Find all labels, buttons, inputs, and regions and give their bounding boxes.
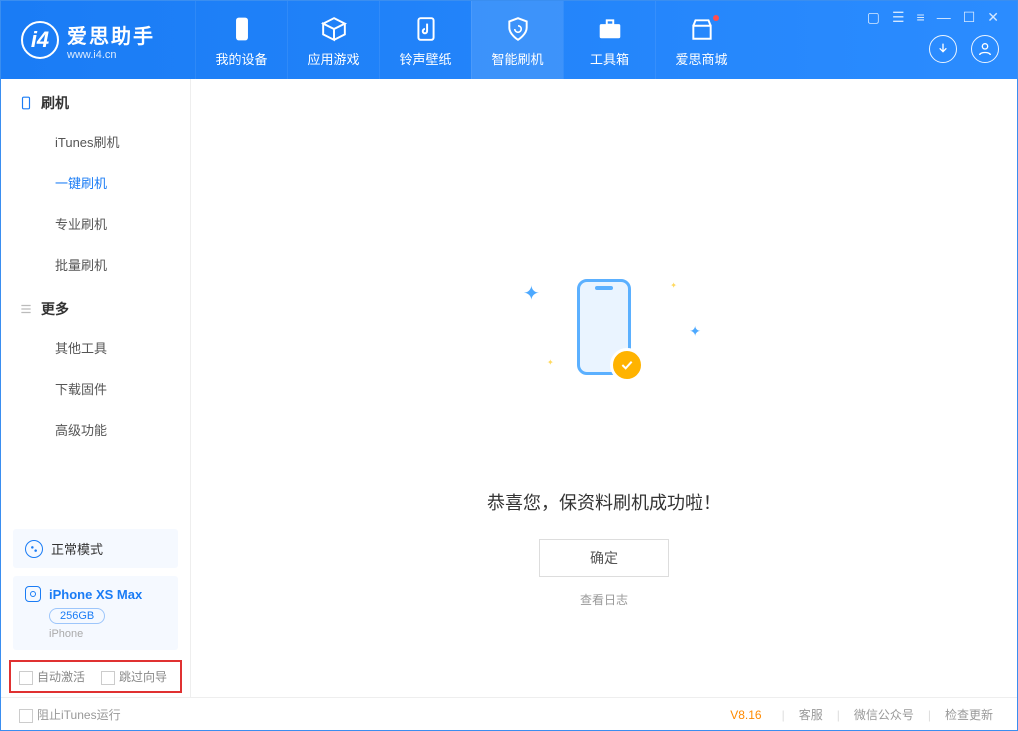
tab-smart-flash[interactable]: 智能刷机 [471, 1, 563, 79]
footer-link-support[interactable]: 客服 [793, 706, 829, 723]
checkbox-auto-activate[interactable]: 自动激活 [19, 668, 85, 685]
sidebar-item-itunes-flash[interactable]: iTunes刷机 [1, 121, 190, 162]
list-icon[interactable]: ☰ [892, 9, 905, 26]
sidebar-item-download-firmware[interactable]: 下载固件 [1, 368, 190, 409]
sidebar-section-more: 更多 [1, 285, 190, 327]
tab-ringtone-wallpaper[interactable]: 铃声壁纸 [379, 1, 471, 79]
minimize-button[interactable]: — [937, 9, 951, 26]
device-info-box[interactable]: iPhone XS Max 256GB iPhone [13, 576, 178, 650]
checkmark-badge-icon [610, 348, 644, 382]
tab-store[interactable]: 爱思商城 [655, 1, 747, 79]
device-capacity-badge: 256GB [49, 608, 105, 624]
app-logo: i4 爱思助手 www.i4.cn [21, 20, 155, 61]
device-name: iPhone XS Max [49, 587, 142, 602]
cube-icon [321, 13, 347, 45]
user-button[interactable] [971, 35, 999, 63]
close-button[interactable]: ✕ [987, 9, 999, 26]
sparkle-icon: ✦ [689, 323, 701, 340]
main-content: ✦ ✦ ✦ ✦ 恭喜您，保资料刷机成功啦！ 确定 查看日志 [191, 79, 1017, 697]
download-button[interactable] [929, 35, 957, 63]
store-icon [689, 13, 715, 45]
phone-icon [229, 13, 255, 45]
toolbox-icon [597, 13, 623, 45]
sidebar-item-advanced[interactable]: 高级功能 [1, 409, 190, 450]
options-highlight-box: 自动激活 跳过向导 [9, 660, 182, 693]
music-file-icon [413, 13, 439, 45]
sparkle-icon: ✦ [547, 358, 554, 367]
checkbox-skip-guide[interactable]: 跳过向导 [101, 668, 167, 685]
sidebar-item-oneclick-flash[interactable]: 一键刷机 [1, 162, 190, 203]
version-label: V8.16 [730, 708, 761, 722]
sparkle-icon: ✦ [523, 281, 540, 306]
checkbox-block-itunes[interactable]: 阻止iTunes运行 [19, 706, 121, 723]
footer-link-update[interactable]: 检查更新 [939, 706, 999, 723]
header-bar: i4 爱思助手 www.i4.cn 我的设备 应用游戏 铃声壁纸 智能刷机 工具… [1, 1, 1017, 79]
success-illustration: ✦ ✦ ✦ ✦ [577, 279, 631, 375]
success-message: 恭喜您，保资料刷机成功啦！ [487, 489, 721, 515]
ok-button[interactable]: 确定 [539, 539, 669, 577]
view-log-link[interactable]: 查看日志 [580, 591, 628, 608]
mode-status-box[interactable]: 正常模式 [13, 529, 178, 568]
sparkle-icon: ✦ [670, 281, 677, 290]
device-small-icon [25, 586, 41, 602]
app-title: 爱思助手 [67, 20, 155, 49]
sidebar-item-batch-flash[interactable]: 批量刷机 [1, 244, 190, 285]
device-type: iPhone [49, 628, 166, 640]
menu-icon[interactable]: ≡ [917, 9, 925, 26]
logo-icon: i4 [21, 21, 59, 59]
notification-dot-icon [713, 15, 719, 21]
shield-refresh-icon [505, 13, 531, 45]
footer-link-wechat[interactable]: 微信公众号 [848, 706, 920, 723]
device-icon [19, 96, 33, 110]
phone-illustration-icon [577, 279, 631, 375]
sidebar-section-flash: 刷机 [1, 79, 190, 121]
tab-toolbox[interactable]: 工具箱 [563, 1, 655, 79]
sidebar-item-pro-flash[interactable]: 专业刷机 [1, 203, 190, 244]
shirt-icon[interactable]: ▢ [867, 9, 880, 26]
main-tabs: 我的设备 应用游戏 铃声壁纸 智能刷机 工具箱 爱思商城 [195, 1, 747, 79]
sidebar-item-other-tools[interactable]: 其他工具 [1, 327, 190, 368]
list-icon [19, 302, 33, 316]
window-controls: ▢ ☰ ≡ — ☐ ✕ [867, 9, 999, 26]
footer-bar: 阻止iTunes运行 V8.16 | 客服 | 微信公众号 | 检查更新 [1, 697, 1017, 731]
sidebar: 刷机 iTunes刷机 一键刷机 专业刷机 批量刷机 更多 其他工具 下载固件 … [1, 79, 191, 697]
app-subtitle: www.i4.cn [67, 49, 155, 61]
tab-my-device[interactable]: 我的设备 [195, 1, 287, 79]
mode-icon [25, 540, 43, 558]
tab-apps-games[interactable]: 应用游戏 [287, 1, 379, 79]
maximize-button[interactable]: ☐ [963, 9, 976, 26]
